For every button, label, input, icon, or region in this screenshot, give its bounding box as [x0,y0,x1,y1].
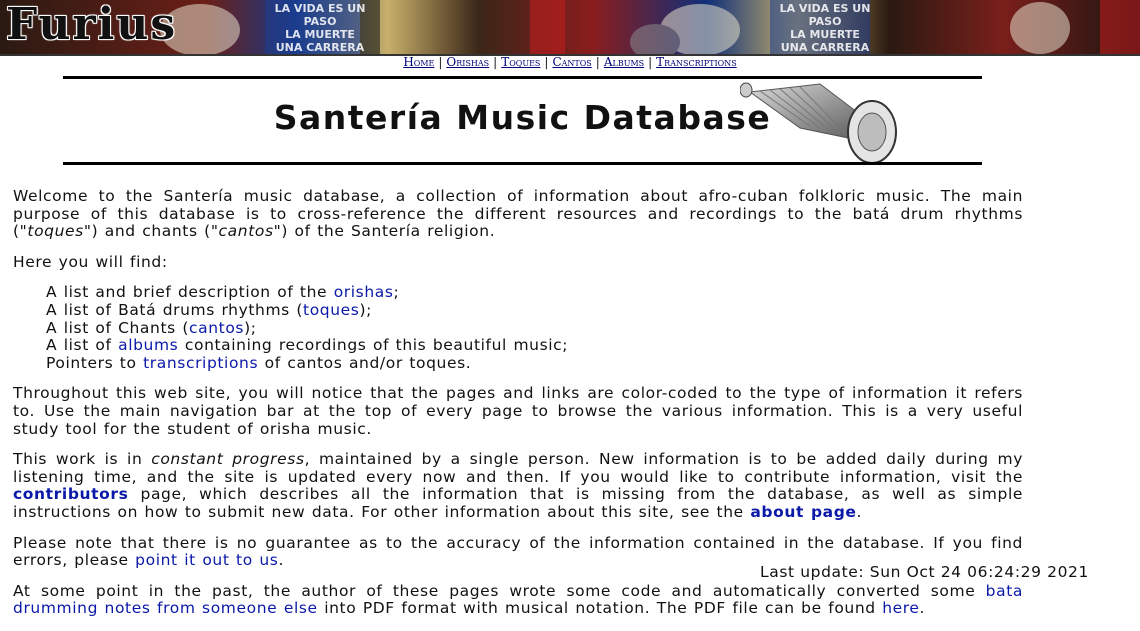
cantos-link[interactable]: cantos [189,319,244,337]
nav-cantos-link[interactable]: Cantos [552,55,591,69]
cantos-term: "cantos" [210,222,282,241]
toques-term: "toques" [19,222,92,241]
nav-separator: | [493,55,498,69]
list-item: A list of Batá drums rhythms (toques); [46,300,372,319]
orishas-link[interactable]: orishas [334,283,394,302]
nav-transcriptions-link[interactable]: Transcriptions [656,55,737,69]
main-navigation: Home | Orishas | Toques | Cantos | Albums | Transc… [0,54,1140,70]
list-item: A list of Chants (cantos); [46,318,257,337]
report-errors-link[interactable]: point it out to us [135,551,278,569]
transcriptions-link[interactable]: transcriptions [143,354,258,372]
bata-drum-image [740,82,897,164]
list-item: Pointers to transcriptions of cantos and… [46,353,472,372]
nav-separator: | [595,55,600,69]
nav-separator: | [648,55,653,69]
about-page-link[interactable]: about page [750,503,856,521]
list-item: A list and brief description of the oris… [46,283,400,302]
intro-paragraph: Welcome to the Santería music database, … [13,187,1023,241]
pdf-paragraph: At some point in the past, the author of… [13,581,1023,618]
site-logo[interactable]: Furius [6,0,177,50]
nav-home-link[interactable]: Home [403,55,434,69]
last-update-text: Last update: Sun Oct 24 06:24:29 2021 [760,563,1089,581]
banner-poster-text: LA VIDA ES UN PASO LA MUERTE UNA CARRERA [274,2,366,54]
nav-albums-link[interactable]: Albums [604,55,644,69]
list-item: A list of albums containing recordings o… [46,336,569,355]
header-banner: LA VIDA ES UN PASO LA MUERTE UNA CARRERA… [0,0,1140,56]
nav-orishas-link[interactable]: Orishas [446,55,489,69]
find-heading: Here you will find: [13,252,168,271]
nav-toques-link[interactable]: Toques [501,55,540,69]
title-bottom-rule [63,162,982,165]
navigation-info-paragraph: Throughout this web site, you will notic… [13,384,1023,438]
work-progress-paragraph: This work is in constant progress, maint… [13,450,1023,521]
pdf-here-link[interactable]: here [882,599,919,617]
banner-poster-text-2: LA VIDA ES UN PASO LA MUERTE UNA CARRERA [779,2,871,54]
albums-link[interactable]: albums [118,336,178,354]
toques-link[interactable]: toques [303,301,359,319]
contributors-link[interactable]: contributors [13,485,129,504]
find-list: A list and brief description of the oris… [13,284,1023,372]
nav-separator: | [438,55,443,69]
nav-separator: | [544,55,549,69]
